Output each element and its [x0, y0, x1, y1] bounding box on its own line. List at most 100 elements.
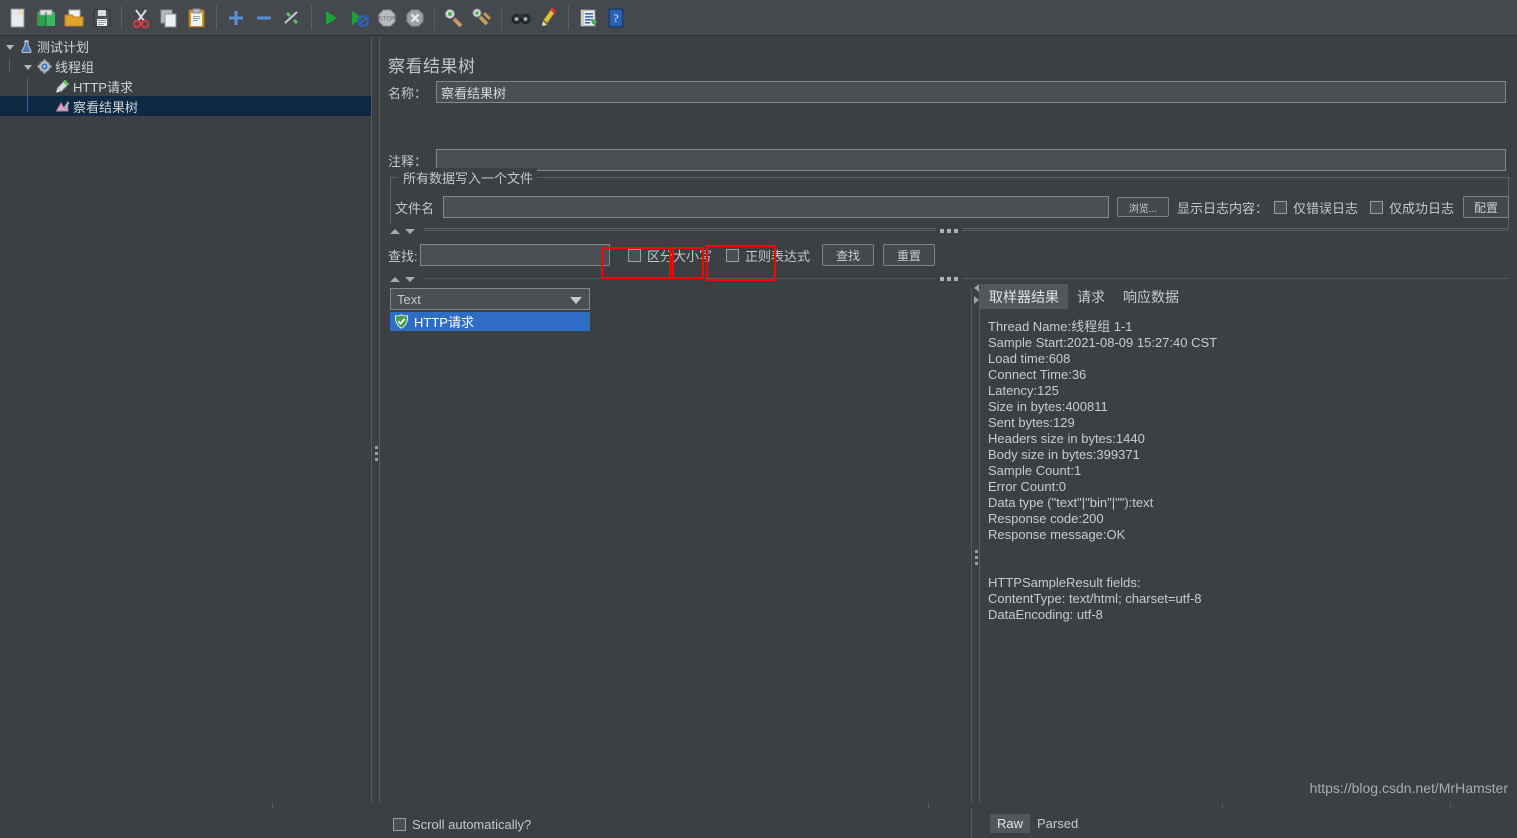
new-icon[interactable] [4, 3, 32, 33]
tree-item-thread-group[interactable]: 线程组 [0, 56, 371, 76]
tree-item-label: HTTP请求 [73, 79, 133, 95]
checkbox-box[interactable] [628, 248, 641, 262]
splitter-handle[interactable] [375, 446, 378, 464]
view-results-tree-icon [54, 98, 70, 114]
tree-guide [27, 78, 28, 112]
list-item-label: HTTP请求 [414, 315, 474, 330]
save-icon[interactable] [88, 3, 116, 33]
tab-label: 取样器结果 [989, 288, 1059, 305]
tab-parsed[interactable]: Parsed [1030, 814, 1085, 833]
collapse-all-icon[interactable] [250, 3, 278, 33]
search-row: 查找: 区分大小写 正则表达式 查找 重置 [388, 244, 936, 266]
search-label: 查找: [388, 248, 418, 264]
divider-arrows[interactable] [388, 272, 424, 286]
tab-request[interactable]: 请求 [1068, 284, 1114, 309]
status-separator [1222, 802, 1223, 808]
checkbox-box[interactable] [726, 248, 740, 262]
result-detail-tabs[interactable]: 取样器结果 请求 响应数据 [980, 284, 1517, 312]
collapse-down-icon[interactable] [405, 276, 415, 282]
divider-drag-dots[interactable] [936, 227, 962, 235]
copy-icon[interactable] [155, 3, 183, 33]
regex-checkbox[interactable]: 正则表达式 [726, 246, 810, 265]
reset-search-icon[interactable] [535, 3, 563, 33]
errors-only-label: 仅错误日志 [1293, 200, 1359, 216]
tab-response-data[interactable]: 响应数据 [1114, 284, 1188, 309]
find-button[interactable]: 查找 [822, 244, 875, 266]
watermark: https://blog.csdn.net/MrHamster [1309, 780, 1508, 796]
renderer-select-value: Text [397, 291, 421, 307]
filename-row: 文件名 浏览... 显示日志内容： 仅错误日志 仅成功日志 配置 [395, 196, 1510, 218]
scroll-automatically-checkbox[interactable]: Scroll automatically? [393, 817, 531, 832]
status-separator [272, 802, 273, 808]
chevron-right-icon[interactable] [974, 296, 979, 304]
chevron-down-icon[interactable] [2, 38, 18, 54]
open-icon[interactable] [60, 3, 88, 33]
raw-parsed-tabs[interactable]: Raw Parsed [990, 814, 1085, 833]
search-collapse-divider[interactable] [388, 224, 1509, 238]
status-separator [928, 802, 929, 808]
stop-icon[interactable]: STOP [373, 3, 401, 33]
comment-row: 注释： [388, 149, 1509, 171]
filename-label: 文件名 [395, 200, 435, 216]
sample-result-list[interactable]: HTTP请求 [390, 312, 590, 806]
tree-item-view-results-tree[interactable]: 察看结果树 [0, 96, 371, 116]
start-no-timers-icon[interactable] [345, 3, 373, 33]
function-helper-icon[interactable] [574, 3, 602, 33]
browse-button[interactable]: 浏览... [1117, 197, 1169, 217]
collapse-down-icon[interactable] [405, 228, 415, 234]
reset-search-button[interactable]: 重置 [883, 244, 936, 266]
templates-icon[interactable] [32, 3, 60, 33]
test-plan-icon [18, 38, 34, 54]
collapse-up-icon[interactable] [390, 276, 400, 282]
renderer-select[interactable]: Text [390, 288, 590, 310]
divider-arrows[interactable] [388, 224, 424, 238]
checkbox-box[interactable] [1274, 200, 1288, 214]
tree-item-http-request[interactable]: HTTP请求 [0, 76, 371, 96]
view-results-tree-panel: 察看结果树 名称： 注释： 所有数据写入一个文件 文件名 浏览... 显示日志内… [380, 36, 1517, 838]
cut-icon[interactable] [127, 3, 155, 33]
errors-only-checkbox[interactable]: 仅错误日志 [1274, 198, 1358, 217]
expand-all-icon[interactable] [222, 3, 250, 33]
start-icon[interactable] [317, 3, 345, 33]
help-icon[interactable]: ? [602, 3, 630, 33]
page-title: 察看结果树 [388, 57, 476, 76]
chevron-down-icon[interactable] [570, 297, 582, 304]
configure-button[interactable]: 配置 [1463, 196, 1510, 218]
divider-drag-dots[interactable] [936, 275, 962, 283]
toolbar-separator [501, 5, 502, 30]
shutdown-icon[interactable] [401, 3, 429, 33]
status-bar-clipped [0, 802, 1517, 808]
checkbox-box[interactable] [393, 818, 406, 831]
tree-main-splitter[interactable] [371, 36, 380, 808]
list-item[interactable]: HTTP请求 [390, 312, 590, 331]
test-plan-tree[interactable]: 测试计划 线程组 HTTP请求 察看结果树 [0, 36, 371, 808]
search-icon[interactable] [507, 3, 535, 33]
tab-sampler-result[interactable]: 取样器结果 [980, 284, 1068, 309]
tab-raw[interactable]: Raw [990, 814, 1031, 833]
toggle-icon[interactable] [278, 3, 306, 33]
splitter-handle[interactable] [975, 550, 978, 568]
search-input[interactable] [420, 244, 610, 266]
sampler-result-text[interactable]: Thread Name:线程组 1-1 Sample Start:2021-08… [980, 313, 1517, 808]
collapse-up-icon[interactable] [390, 228, 400, 234]
chevron-down-icon[interactable] [20, 58, 36, 74]
checkbox-box[interactable] [1370, 200, 1384, 214]
paste-icon[interactable] [183, 3, 211, 33]
chevron-left-icon[interactable] [974, 284, 979, 292]
toolbar-separator [311, 5, 312, 30]
tab-label: 请求 [1077, 288, 1105, 305]
case-sensitive-checkbox[interactable]: 区分大小写 [628, 246, 712, 265]
clear-icon[interactable] [440, 3, 468, 33]
tree-item-test-plan[interactable]: 测试计划 [0, 36, 371, 56]
thread-group-icon [36, 58, 52, 74]
successes-only-checkbox[interactable]: 仅成功日志 [1370, 198, 1454, 217]
raw-parsed-bar: Raw Parsed [971, 808, 1517, 838]
name-label: 名称： [388, 85, 428, 101]
comment-input[interactable] [436, 149, 1506, 171]
list-detail-splitter[interactable] [971, 288, 980, 808]
filename-input[interactable] [443, 196, 1109, 218]
clear-all-icon[interactable] [468, 3, 496, 33]
name-input[interactable] [436, 81, 1506, 103]
